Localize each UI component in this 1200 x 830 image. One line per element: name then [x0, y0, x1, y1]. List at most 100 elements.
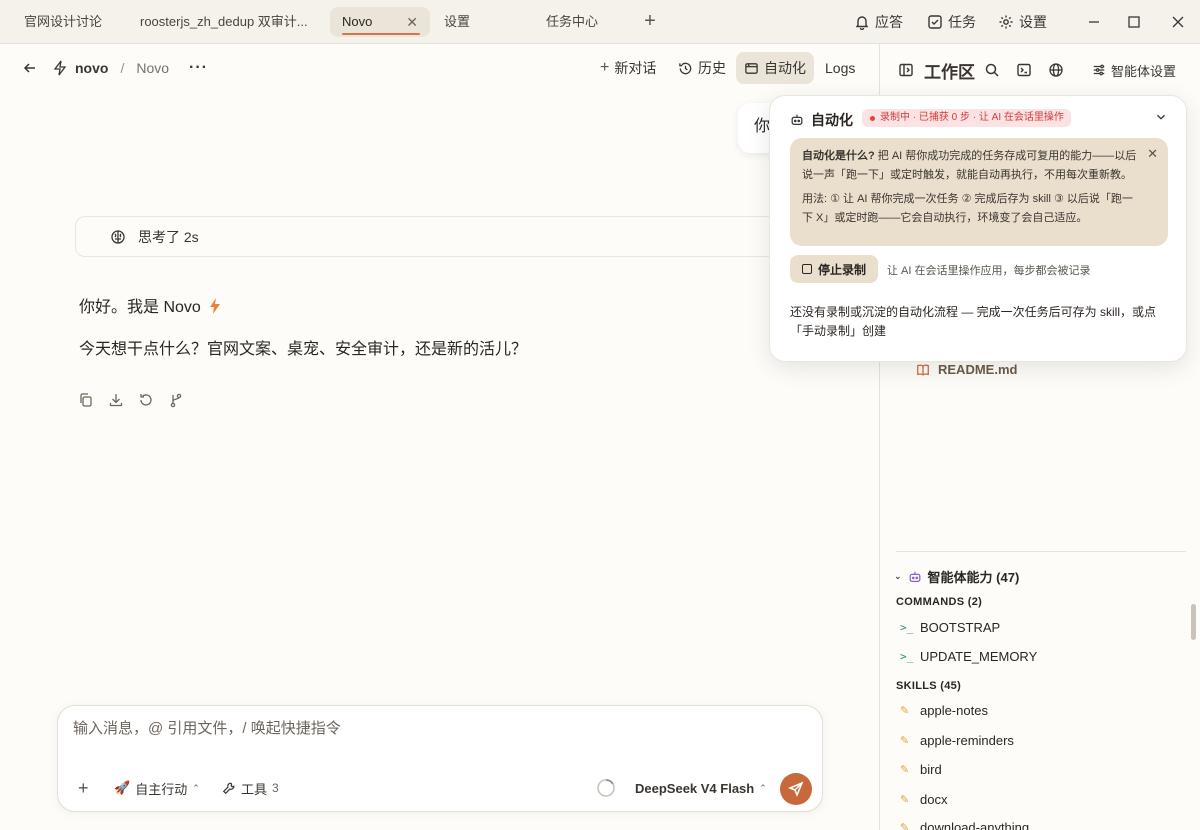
command-item[interactable]: >_ BOOTSTRAP: [900, 620, 1000, 635]
minimize-button[interactable]: [1084, 12, 1104, 32]
maximize-icon: [1128, 16, 1140, 28]
tab-roosterjs[interactable]: roosterjs_zh_dedup 双审计...: [140, 7, 310, 37]
file-readme[interactable]: README.md: [916, 362, 1017, 377]
mode-selector[interactable]: 🚀 自主行动 ⌃: [114, 778, 200, 798]
terminal-button[interactable]: [1016, 60, 1032, 80]
tools-count: 3: [272, 781, 279, 795]
robot-icon: [791, 114, 803, 125]
stop-recording-button[interactable]: 停止录制: [790, 255, 879, 283]
skill-item[interactable]: ✎ apple-reminders: [900, 733, 1014, 748]
sparkle-icon: ✎: [900, 764, 910, 776]
history-button[interactable]: 历史: [670, 52, 734, 84]
stop-recording-hint: 让 AI 在会话里操作应用，每步都会被记录: [887, 265, 1091, 277]
close-icon[interactable]: ✕: [1147, 144, 1158, 163]
capabilities-header[interactable]: ⌄ 智能体能力 (47): [894, 567, 1019, 586]
skill-item[interactable]: ✎ docx: [900, 792, 947, 807]
sidebar-collapse-icon: [899, 63, 913, 77]
reply-button[interactable]: 应答: [854, 13, 903, 31]
settings-button[interactable]: 设置: [998, 13, 1047, 31]
automation-button[interactable]: 自动化: [736, 52, 814, 84]
tab-task-center[interactable]: 任务中心: [546, 7, 626, 37]
new-tab-button[interactable]: +: [640, 10, 660, 34]
sliders-icon: [1093, 64, 1105, 76]
reply-label: 应答: [875, 14, 903, 30]
chevron-up-icon: ⌃: [192, 782, 200, 793]
close-icon: [1172, 16, 1184, 28]
automation-popover: 自动化 录制中 · 已捕获 0 步 · 让 AI 在会话里操作 ✕ 自动化是什么…: [769, 95, 1187, 362]
mode-label: 自主行动: [135, 781, 188, 797]
gear-icon: [999, 15, 1013, 29]
project-name[interactable]: novo: [75, 60, 108, 76]
tab-official-site[interactable]: 官网设计讨论: [24, 7, 114, 37]
model-label: DeepSeek V4 Flash: [635, 780, 755, 796]
stop-icon: [802, 264, 812, 274]
branch-icon[interactable]: [168, 392, 184, 408]
assistant-question: 今天想干点什么？官网文案、桌宠、安全审计，还是新的活儿？: [79, 341, 528, 358]
skill-name: bird: [920, 762, 942, 777]
rocket-icon: 🚀: [114, 780, 131, 795]
tab-label: 官网设计讨论: [24, 14, 103, 29]
command-name: UPDATE_MEMORY: [920, 649, 1038, 664]
robot-icon: [909, 571, 920, 582]
automation-info-box: ✕ 自动化是什么? 把 AI 帮你成功完成的任务存成可复用的能力——以后说一声「…: [790, 138, 1168, 246]
tools-button[interactable]: 工具 3: [222, 778, 279, 798]
tab-novo[interactable]: Novo ✕: [330, 7, 430, 37]
more-menu-button[interactable]: ···: [189, 59, 208, 77]
wrench-icon: [222, 782, 235, 795]
send-icon: [788, 781, 804, 797]
collapse-popover-button[interactable]: [1154, 110, 1168, 127]
breadcrumb-separator: /: [120, 60, 125, 76]
download-icon[interactable]: [108, 392, 124, 408]
bolt-icon: [53, 60, 67, 76]
tab-bar: 官网设计讨论 roosterjs_zh_dedup 双审计... Novo ✕ …: [0, 0, 1200, 44]
plus-icon: +: [78, 777, 89, 798]
skill-item[interactable]: ✎ apple-notes: [900, 703, 988, 718]
collapse-panel-button[interactable]: [898, 60, 914, 80]
close-window-button[interactable]: [1168, 12, 1188, 32]
minimize-icon: [1089, 21, 1099, 23]
attach-button[interactable]: +: [78, 778, 89, 798]
history-icon: [679, 62, 692, 74]
maximize-button[interactable]: [1124, 12, 1144, 32]
breadcrumb: novo / Novo: [53, 59, 169, 77]
logs-button[interactable]: Logs: [817, 52, 863, 84]
thinking-summary[interactable]: 思考了 2s: [75, 216, 795, 257]
tasks-button[interactable]: 任务: [927, 13, 976, 31]
book-icon: [917, 364, 929, 376]
info-usage: 用法: ① 让 AI 帮你完成一次任务 ② 完成后存为 skill ③ 以后说「…: [802, 193, 1133, 224]
new-chat-button[interactable]: + 新对话: [592, 52, 664, 84]
search-button[interactable]: [984, 60, 1000, 80]
brain-icon: [111, 230, 125, 244]
chevron-down-icon: ⌄: [894, 571, 902, 581]
file-name: README.md: [938, 362, 1018, 377]
automation-label: 自动化: [764, 60, 806, 76]
popover-title: 自动化: [790, 110, 853, 130]
skill-item[interactable]: ✎ bird: [900, 762, 942, 777]
plus-icon: +: [600, 59, 610, 76]
tab-label: 任务中心: [546, 14, 599, 29]
back-button[interactable]: [22, 59, 38, 77]
tab-label: Novo: [342, 14, 373, 29]
session-name[interactable]: Novo: [136, 60, 169, 76]
skills-section-label: SKILLS (45): [896, 680, 962, 692]
search-icon: [985, 63, 999, 77]
terminal-prompt-icon: >_: [900, 621, 914, 634]
progress-ring-icon: [597, 779, 615, 797]
retry-icon[interactable]: [138, 392, 154, 408]
message-actions: [78, 392, 184, 408]
tab-settings[interactable]: 设置: [444, 7, 504, 37]
skill-name: docx: [920, 792, 948, 807]
scrollbar[interactable]: [1191, 604, 1196, 640]
agent-settings-button[interactable]: 智能体设置: [1092, 60, 1176, 80]
browser-button[interactable]: [1048, 60, 1064, 80]
message-input[interactable]: [73, 720, 773, 737]
skill-item[interactable]: ✎ download-anything: [900, 820, 1029, 830]
context-usage-ring[interactable]: [596, 778, 616, 798]
send-button[interactable]: [780, 773, 812, 805]
tools-label: 工具: [241, 781, 268, 797]
bell-icon: [855, 16, 869, 30]
copy-icon[interactable]: [78, 392, 94, 408]
sparkle-icon: ✎: [900, 705, 910, 717]
model-selector[interactable]: DeepSeek V4 Flash ⌃: [635, 778, 767, 798]
command-item[interactable]: >_ UPDATE_MEMORY: [900, 649, 1037, 664]
